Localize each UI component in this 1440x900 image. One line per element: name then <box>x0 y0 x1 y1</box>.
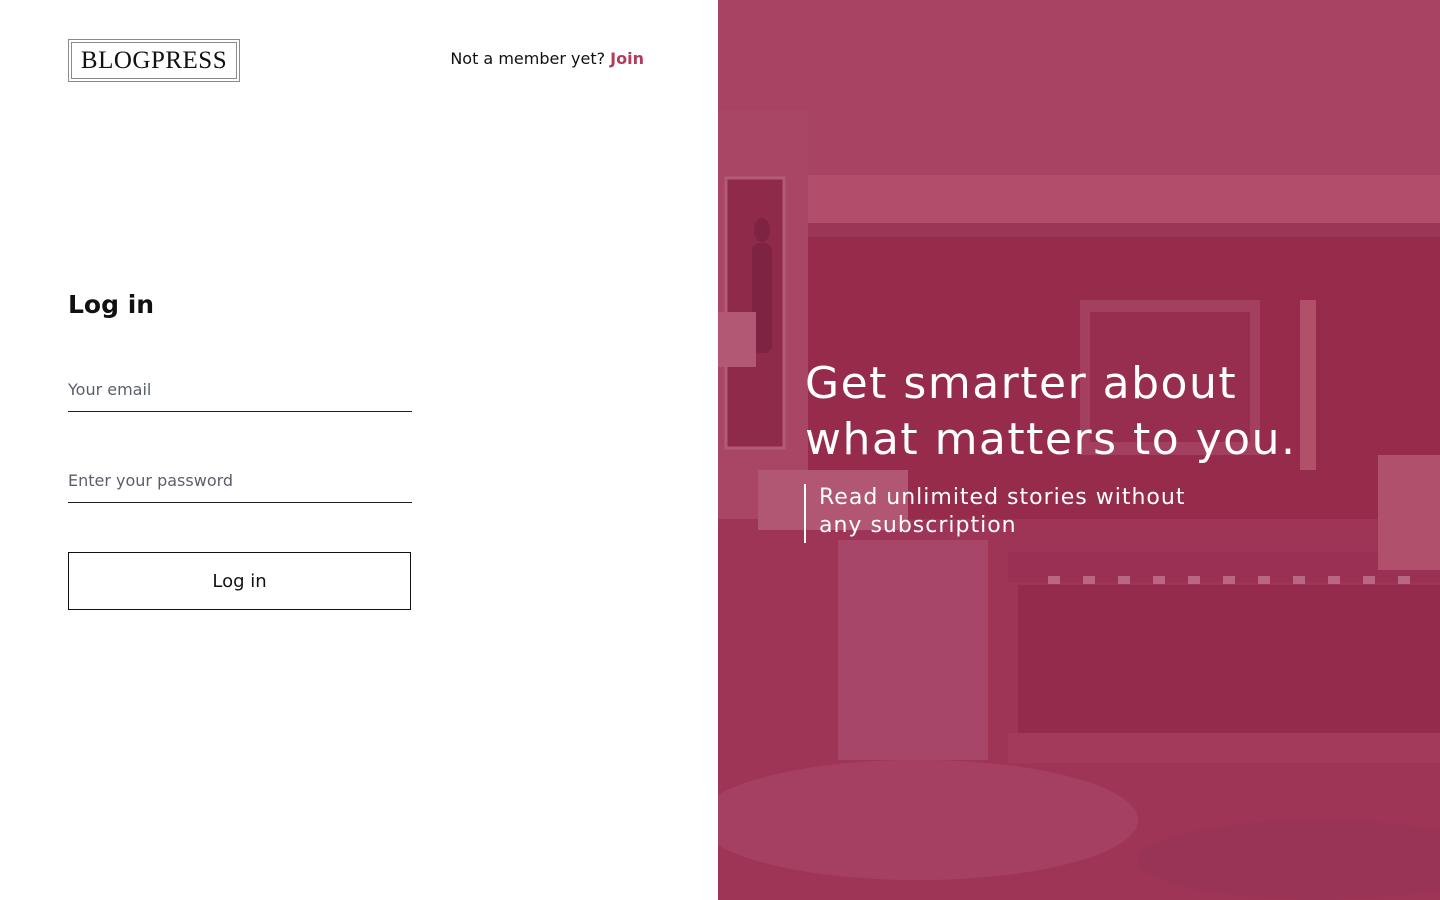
login-title: Log in <box>68 290 155 319</box>
email-input[interactable] <box>68 368 412 412</box>
hero-subtext: Read unlimited stories without any subsc… <box>804 484 1224 543</box>
logo-text: BLOGPRESS <box>71 42 237 79</box>
join-link[interactable]: Join <box>610 49 644 68</box>
hero-headline: Get smarter about what matters to you. <box>805 356 1405 468</box>
blogpress-logo[interactable]: BLOGPRESS <box>68 39 240 82</box>
join-prompt-text: Not a member yet? <box>450 49 606 68</box>
password-input[interactable] <box>68 459 412 503</box>
join-prompt: Not a member yet? Join <box>450 49 644 68</box>
hero-headline-line-2: what matters to you. <box>805 414 1297 465</box>
login-button[interactable]: Log in <box>68 552 411 610</box>
hero-subtext-line-1: Read unlimited stories without <box>819 485 1186 510</box>
hero-panel: Get smarter about what matters to you. R… <box>718 0 1440 900</box>
hero-headline-line-1: Get smarter about <box>805 358 1238 409</box>
login-page: BLOGPRESS Not a member yet? Join Log in … <box>0 0 1440 900</box>
hero-subtext-line-2: any subscription <box>819 513 1017 538</box>
login-panel: BLOGPRESS Not a member yet? Join Log in … <box>0 0 718 900</box>
